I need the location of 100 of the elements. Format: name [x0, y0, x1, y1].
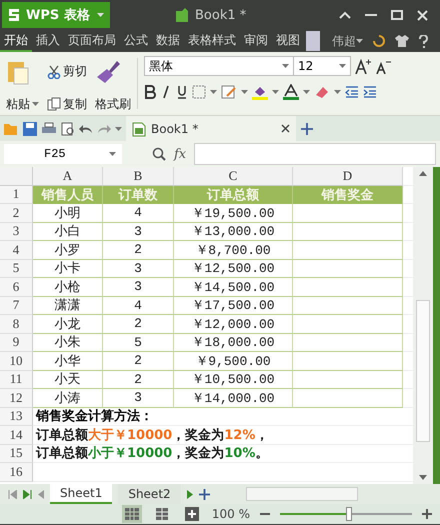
dropdown-icon[interactable]	[339, 64, 346, 68]
menu-tab[interactable]: 插入	[32, 30, 64, 52]
eraser-icon[interactable]	[314, 85, 330, 99]
table-cell: 3	[103, 222, 174, 241]
zoom-in-icon[interactable]	[422, 509, 432, 519]
row-header[interactable]: 10	[0, 352, 33, 370]
row-header[interactable]: 6	[0, 278, 33, 296]
sheet-tab[interactable]: Sheet1	[50, 484, 112, 504]
table-cell: 2	[103, 352, 174, 370]
formula-input[interactable]	[194, 143, 436, 165]
cut-button[interactable]: 剪切	[47, 63, 87, 80]
dropdown-icon[interactable]	[109, 152, 116, 156]
row-header[interactable]: 5	[0, 260, 33, 278]
refresh-icon[interactable]	[373, 35, 385, 47]
cell-format-icon[interactable]	[221, 85, 237, 99]
minimize-icon[interactable]	[365, 13, 377, 17]
row-header[interactable]: 7	[0, 296, 33, 315]
new-tab-icon[interactable]	[300, 122, 314, 136]
dropdown-icon[interactable]	[334, 90, 341, 94]
dropdown-icon[interactable]	[356, 39, 363, 43]
decrease-indent-icon[interactable]	[345, 85, 359, 99]
dropdown-icon[interactable]	[115, 126, 122, 130]
dropdown-icon[interactable]	[210, 90, 217, 94]
menu-tab[interactable]: 页面布局	[64, 30, 120, 52]
print-icon[interactable]	[41, 122, 57, 136]
normal-view-button[interactable]	[122, 505, 142, 523]
dropdown-icon[interactable]	[303, 90, 310, 94]
font-size-dropdown[interactable]: 12	[293, 56, 351, 76]
insert-function-button[interactable]: fx	[174, 146, 186, 162]
horizontal-scrollbar[interactable]	[246, 487, 358, 501]
row-header[interactable]: 8	[0, 315, 33, 334]
scroll-up-icon[interactable]	[419, 171, 427, 176]
table-cell: 2	[103, 370, 174, 389]
table-cell: 小白	[33, 222, 103, 241]
table-cell: 小天	[33, 370, 103, 389]
dropdown-icon[interactable]	[241, 90, 248, 94]
dropdown-icon[interactable]	[32, 102, 39, 106]
column-header[interactable]: C	[174, 167, 293, 186]
format-painter-icon[interactable]	[95, 58, 121, 84]
logo-icon	[8, 8, 20, 22]
paste-button[interactable]: 粘贴	[6, 96, 39, 112]
column-header[interactable]: D	[293, 167, 403, 186]
row-header[interactable]: 14	[0, 426, 33, 444]
undo-icon[interactable]	[79, 122, 93, 134]
row-header[interactable]: 4	[0, 241, 33, 260]
zoom-formula-icon[interactable]	[152, 147, 166, 161]
dropdown-icon[interactable]	[282, 64, 289, 68]
row-header[interactable]: 12	[0, 389, 33, 408]
table-cell: 小涛	[33, 389, 103, 408]
dropdown-icon[interactable]	[97, 13, 104, 17]
save-icon[interactable]	[23, 122, 37, 136]
dropdown-icon[interactable]	[272, 90, 279, 94]
bold-icon[interactable]	[144, 85, 156, 99]
row-header[interactable]: 16	[0, 463, 33, 482]
last-sheet-icon[interactable]	[23, 490, 32, 498]
table-cell: 潇潇	[33, 296, 103, 315]
close-icon[interactable]	[281, 124, 290, 133]
zoom-level: 100 %	[212, 507, 250, 521]
name-box[interactable]: F25	[4, 144, 122, 164]
collapse-icon[interactable]	[339, 11, 351, 19]
spreadsheet-icon	[132, 120, 146, 136]
fill-color-icon[interactable]	[252, 84, 268, 100]
sheet-tab[interactable]: Sheet2	[118, 484, 181, 504]
row-header[interactable]: 3	[0, 222, 33, 241]
next-sheet-icon[interactable]	[186, 490, 193, 498]
menu-tab[interactable]: 审阅	[240, 30, 272, 52]
row-header[interactable]: 1	[0, 186, 33, 204]
menu-tab[interactable]: 公式	[120, 30, 152, 52]
column-header[interactable]: A	[33, 167, 103, 186]
add-sheet-icon[interactable]	[198, 488, 210, 500]
table-cell: 2	[103, 315, 174, 334]
underline-icon[interactable]	[176, 85, 188, 99]
document-tab[interactable]: Book1 *	[126, 116, 296, 141]
header-cell: 订单数	[103, 186, 174, 204]
scroll-down-icon[interactable]	[419, 475, 427, 480]
column-header[interactable]: B	[103, 167, 174, 186]
menu-tab[interactable]: 数据	[152, 30, 184, 52]
row-header[interactable]: 15	[0, 444, 33, 463]
grow-font-icon[interactable]	[355, 58, 371, 74]
table-cell: 小朱	[33, 334, 103, 352]
row-header[interactable]: 9	[0, 334, 33, 352]
app-menu-button[interactable]: WPS 表格	[2, 2, 110, 28]
menu-tab[interactable]: 表格样式	[184, 30, 240, 52]
print-preview-icon[interactable]	[61, 122, 75, 136]
copy-button[interactable]: 复制	[47, 96, 87, 112]
document-icon	[175, 7, 189, 23]
maximize-icon[interactable]	[391, 10, 403, 20]
font-color-icon[interactable]	[283, 84, 299, 100]
help-icon[interactable]	[419, 34, 428, 48]
user-name[interactable]: 伟超	[332, 32, 356, 50]
header-cell: 销售奖金	[293, 186, 403, 204]
format-painter-label[interactable]: 格式刷	[95, 96, 131, 112]
font-name-dropdown[interactable]: 黑体	[144, 56, 294, 76]
menu-tab[interactable]: 视图	[272, 30, 304, 52]
shirt-icon[interactable]	[395, 35, 409, 47]
row-header[interactable]: 13	[0, 408, 33, 426]
row-header[interactable]: 2	[0, 204, 33, 222]
row-header[interactable]: 11	[0, 370, 33, 389]
vertical-scrollbar[interactable]	[413, 167, 433, 484]
increase-indent-icon[interactable]	[363, 85, 377, 99]
